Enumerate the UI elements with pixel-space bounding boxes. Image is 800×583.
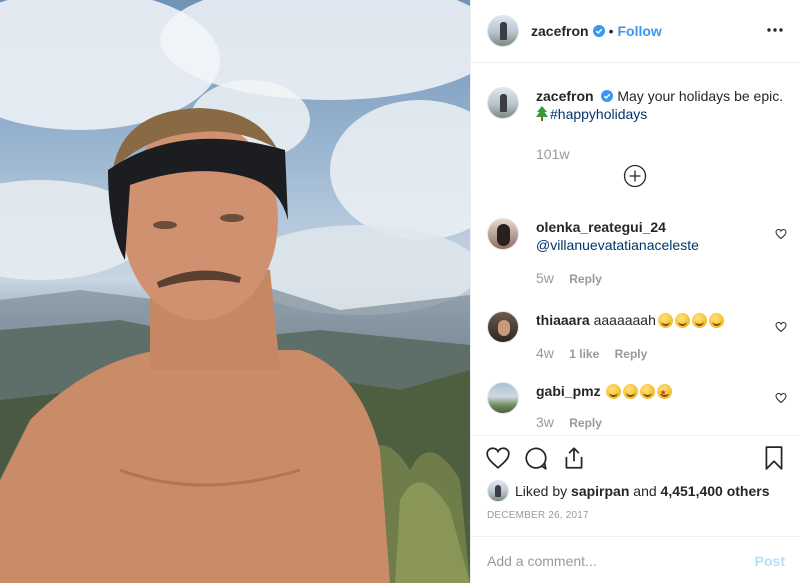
reply-button[interactable]: Reply bbox=[569, 272, 602, 286]
commenter-avatar[interactable] bbox=[487, 311, 519, 343]
heart-icon[interactable] bbox=[775, 228, 787, 240]
separator-dot: • bbox=[608, 23, 614, 39]
tree-emoji bbox=[536, 106, 548, 121]
commenter-username[interactable]: thiaaara bbox=[536, 312, 590, 328]
post-photo[interactable] bbox=[0, 0, 470, 583]
more-options-icon[interactable] bbox=[765, 22, 785, 38]
heart-icon[interactable] bbox=[775, 321, 787, 333]
grin-emoji bbox=[640, 384, 656, 399]
commenter-username[interactable]: olenka_reategui_24 bbox=[536, 219, 666, 235]
caption-hashtag[interactable]: #happyholidays bbox=[550, 106, 647, 122]
comment-mention[interactable]: @villanuevatatianaceleste bbox=[536, 237, 699, 253]
post-header: zacefron • Follow bbox=[471, 0, 800, 63]
follow-button[interactable]: Follow bbox=[617, 23, 661, 39]
comment-icon[interactable] bbox=[523, 445, 549, 471]
post-actions: Liked by sapirpan and 4,451,400 others D… bbox=[471, 435, 800, 583]
share-icon[interactable] bbox=[561, 445, 587, 471]
commenter-username[interactable]: gabi_pmz bbox=[536, 383, 601, 399]
verified-icon bbox=[601, 90, 614, 102]
reply-button[interactable]: Reply bbox=[569, 416, 602, 430]
instagram-post: zacefron • Follow zacefron May your holi… bbox=[0, 0, 800, 583]
grin-emoji bbox=[606, 384, 622, 399]
caption-text-block: zacefron May your holidays be epic. #hap… bbox=[536, 87, 787, 123]
comment-likes[interactable]: 1 like bbox=[569, 347, 599, 361]
comment-text-block: thiaaara aaaaaaah bbox=[536, 311, 751, 329]
comment-item: olenka_reategui_24 @villanuevatatianacel… bbox=[487, 218, 787, 286]
comment-text-block: olenka_reategui_24 @villanuevatatianacel… bbox=[536, 218, 751, 254]
comment-age[interactable]: 4w bbox=[536, 345, 554, 361]
comment-item: gabi_pmz 3w Reply bbox=[487, 382, 787, 430]
add-circle-icon[interactable] bbox=[623, 164, 647, 188]
comment-meta: 3w Reply bbox=[536, 414, 787, 430]
comment-age[interactable]: 3w bbox=[536, 414, 554, 430]
likes-summary: Liked by sapirpan and 4,451,400 others bbox=[487, 480, 770, 502]
heart-eyes-emoji bbox=[657, 384, 673, 402]
liker-username[interactable]: sapirpan bbox=[571, 483, 629, 499]
add-comment-bar: Post bbox=[471, 536, 800, 583]
bookmark-icon[interactable] bbox=[761, 445, 787, 471]
heart-icon[interactable] bbox=[775, 392, 787, 404]
author-username[interactable]: zacefron bbox=[531, 23, 589, 39]
grin-emoji bbox=[691, 313, 707, 328]
comment-age[interactable]: 5w bbox=[536, 270, 554, 286]
likes-others[interactable]: 4,451,400 others bbox=[661, 483, 770, 499]
like-heart-icon[interactable] bbox=[485, 445, 511, 471]
caption-avatar[interactable] bbox=[487, 87, 519, 119]
post-comment-button[interactable]: Post bbox=[755, 553, 785, 569]
caption-username[interactable]: zacefron bbox=[536, 88, 594, 104]
grin-emoji bbox=[674, 313, 690, 328]
comment-text-block: gabi_pmz bbox=[536, 382, 751, 402]
likes-prefix: Liked by bbox=[515, 483, 568, 499]
post-date[interactable]: December 26, 2017 bbox=[487, 510, 589, 521]
comment-item: thiaaara aaaaaaah 4w 1 like Reply bbox=[487, 311, 787, 361]
comments-list[interactable]: zacefron May your holidays be epic. #hap… bbox=[471, 63, 800, 435]
grin-emoji bbox=[708, 313, 724, 328]
selfie-mountain-illustration bbox=[0, 0, 470, 583]
post-side-panel: zacefron • Follow zacefron May your holi… bbox=[470, 0, 800, 583]
comment-meta: 4w 1 like Reply bbox=[536, 345, 787, 361]
verified-icon bbox=[592, 25, 605, 37]
commenter-avatar[interactable] bbox=[487, 218, 519, 250]
comment-text: aaaaaaah bbox=[593, 312, 656, 328]
caption-text: May your holidays be epic. bbox=[617, 88, 784, 104]
grin-emoji bbox=[657, 313, 673, 328]
comment-meta: 5w Reply bbox=[536, 270, 787, 286]
likes-and: and bbox=[633, 483, 657, 499]
liker-avatar[interactable] bbox=[487, 480, 509, 502]
comment-input[interactable] bbox=[487, 552, 755, 569]
commenter-avatar[interactable] bbox=[487, 382, 519, 414]
caption-age[interactable]: 101w bbox=[536, 146, 787, 162]
caption: zacefron May your holidays be epic. #hap… bbox=[487, 87, 787, 162]
author-avatar[interactable] bbox=[487, 15, 519, 47]
grin-emoji bbox=[623, 384, 639, 399]
reply-button[interactable]: Reply bbox=[615, 347, 648, 361]
